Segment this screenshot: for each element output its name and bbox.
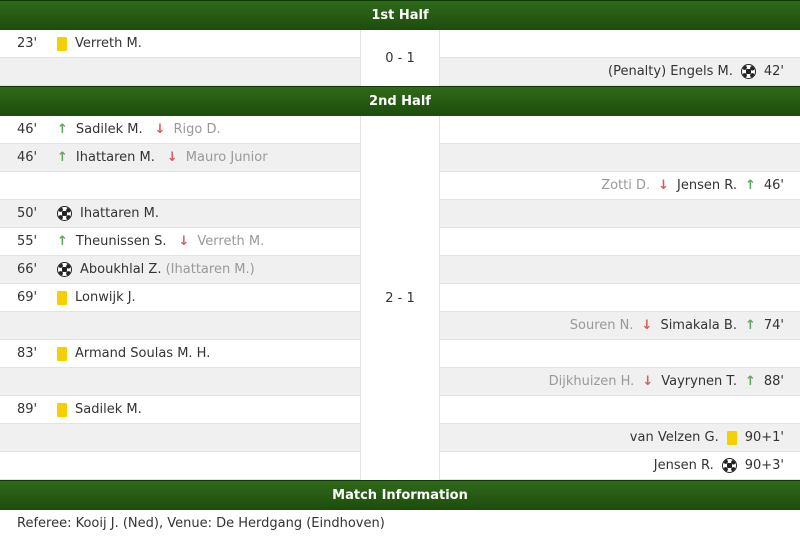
player-out: Verreth M. — [197, 234, 265, 249]
arrow-up-icon: ↑ — [57, 150, 68, 165]
player-in: Vayrynen T. — [661, 374, 737, 389]
player-out: Souren N. — [569, 318, 634, 333]
home-event-cell: 89' Sadilek M. — [0, 396, 360, 424]
yellow-card-icon — [726, 430, 737, 445]
home-event-cell: 55' ↑ Theunissen S. ↓ Verreth M. — [0, 228, 360, 256]
arrow-down-icon: ↓ — [641, 318, 653, 333]
player-in: Simakala B. — [660, 318, 737, 333]
player-name: van Velzen G. — [629, 430, 719, 445]
player-name: Verreth M. — [75, 36, 142, 51]
home-event-cell: 46' ↑ Sadilek M. ↓ Rigo D. — [0, 116, 360, 144]
away-event-cell: Jensen R. 90+3' — [440, 452, 800, 480]
away-event-cell: van Velzen G. 90+1' — [440, 424, 800, 452]
second-half-section: 46' ↑ Sadilek M. ↓ Rigo D. 46' ↑ Ihattaren M. ↓ M… — [0, 116, 800, 480]
arrow-down-icon: ↓ — [642, 374, 654, 389]
arrow-down-icon: ↓ — [658, 178, 670, 193]
ball-icon — [57, 262, 72, 277]
event-minute: 89' — [17, 402, 38, 417]
player-in: Theunissen S. — [75, 234, 167, 249]
player-name: Lonwijk J. — [75, 290, 136, 305]
ball-icon — [57, 206, 72, 221]
away-event-cell — [440, 228, 800, 256]
first-half-section: 23' Verreth M. (Penalty) Engels M. 42' 0 - 1 — [0, 30, 800, 86]
away-event-cell — [440, 200, 800, 228]
yellow-card-icon — [57, 402, 67, 417]
arrow-down-icon: ↓ — [166, 150, 178, 165]
player-name: Ihattaren M. — [80, 206, 159, 221]
event-minute: 69' — [17, 290, 38, 305]
away-event-cell — [440, 256, 800, 284]
away-event-cell — [440, 340, 800, 368]
player-in: Ihattaren M. — [75, 150, 155, 165]
player-in: Sadilek M. — [75, 122, 143, 137]
player-out: Zotti D. — [601, 178, 651, 193]
away-event-cell — [440, 144, 800, 172]
away-event-cell: Zotti D. ↓ Jensen R. ↑ 46' — [440, 172, 800, 200]
arrow-up-icon: ↑ — [57, 234, 68, 249]
yellow-card-icon — [57, 36, 67, 51]
player-name: Jensen R. — [653, 458, 714, 473]
home-event-cell — [0, 368, 360, 396]
first-half-header: 1st Half — [0, 0, 800, 30]
home-event-cell: 83' Armand Soulas M. H. — [0, 340, 360, 368]
home-event-cell — [0, 452, 360, 480]
home-event-cell: 23' Verreth M. — [0, 30, 360, 58]
player-in: Jensen R. — [677, 178, 737, 193]
home-event-cell — [0, 172, 360, 200]
match-summary: 1st Half 23' Verreth M. (Penalty) Engels M… — [0, 0, 800, 538]
event-minute: 46' — [17, 122, 38, 137]
player-name: Armand Soulas M. H. — [75, 346, 211, 361]
event-minute: 66' — [17, 262, 38, 277]
event-note: (Penalty) — [608, 64, 667, 79]
event-minute: 42' — [763, 64, 784, 79]
arrow-down-icon: ↓ — [178, 234, 190, 249]
event-minute: 55' — [17, 234, 38, 249]
away-event-cell: Souren N. ↓ Simakala B. ↑ 74' — [440, 312, 800, 340]
player-name: Aboukhlal Z. — [80, 262, 162, 277]
second-half-header: 2nd Half — [0, 86, 800, 116]
ball-icon — [740, 64, 756, 79]
player-name: Sadilek M. — [75, 402, 142, 417]
home-event-cell: 46' ↑ Ihattaren M. ↓ Mauro Junior — [0, 144, 360, 172]
arrow-down-icon: ↓ — [154, 122, 166, 137]
yellow-card-icon — [57, 346, 67, 361]
match-info-header: Match Information — [0, 480, 800, 510]
event-minute: 46' — [17, 150, 38, 165]
home-event-cell — [0, 424, 360, 452]
home-event-cell: 69' Lonwijk J. — [0, 284, 360, 312]
event-minute: 88' — [763, 374, 784, 389]
player-out: Dijkhuizen H. — [548, 374, 635, 389]
home-event-cell: 50' Ihattaren M. — [0, 200, 360, 228]
ball-icon — [721, 458, 737, 473]
away-event-cell — [440, 116, 800, 144]
away-event-cell — [440, 396, 800, 424]
player-out: Rigo D. — [173, 122, 221, 137]
assist-note: (Ihattaren M.) — [165, 262, 255, 277]
arrow-up-icon: ↑ — [744, 374, 756, 389]
match-info-text: Referee: Kooij J. (Ned), Venue: De Herdg… — [17, 516, 385, 531]
event-minute: 46' — [763, 178, 784, 193]
arrow-up-icon: ↑ — [57, 122, 68, 137]
event-minute: 90+3' — [744, 458, 784, 473]
half-score: 2 - 1 — [360, 116, 440, 480]
away-event-cell — [440, 30, 800, 58]
home-event-cell — [0, 58, 360, 86]
event-minute: 50' — [17, 206, 38, 221]
event-minute: 83' — [17, 346, 38, 361]
away-event-cell: Dijkhuizen H. ↓ Vayrynen T. ↑ 88' — [440, 368, 800, 396]
home-event-cell — [0, 312, 360, 340]
event-minute: 90+1' — [744, 430, 784, 445]
away-event-cell: (Penalty) Engels M. 42' — [440, 58, 800, 86]
event-minute: 23' — [17, 36, 38, 51]
player-out: Mauro Junior — [185, 150, 268, 165]
away-event-cell — [440, 284, 800, 312]
yellow-card-icon — [57, 290, 67, 305]
event-minute: 74' — [763, 318, 784, 333]
arrow-up-icon: ↑ — [744, 178, 756, 193]
arrow-up-icon: ↑ — [744, 318, 756, 333]
home-event-cell: 66' Aboukhlal Z. (Ihattaren M.) — [0, 256, 360, 284]
player-name: Engels M. — [670, 64, 733, 79]
half-score: 0 - 1 — [360, 30, 440, 86]
